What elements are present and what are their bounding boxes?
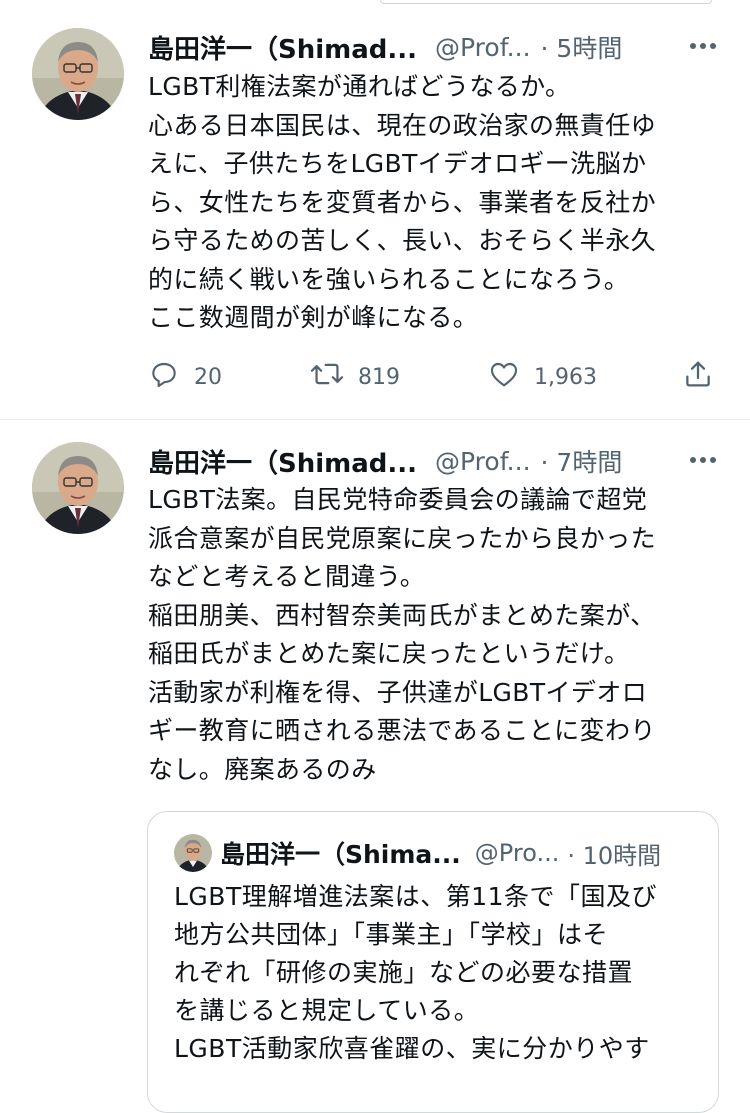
retweet-count: 819 — [358, 364, 400, 390]
tweet-1[interactable]: 島田洋一（Shimad... @Prof... · 5時間 LGBT利権法案が通… — [0, 0, 750, 420]
author-handle[interactable]: @Prof... — [435, 33, 530, 62]
share-icon — [682, 358, 714, 396]
tweet-line: ギー教育に晒される悪法であることに変わり — [148, 716, 656, 745]
like-count: 1,963 — [534, 364, 597, 390]
tweet-line: なし。廃案あるのみ — [148, 754, 377, 784]
quoted-line: LGBT理解増進法案は、第11条で「国及び — [174, 882, 658, 911]
tweet-actions: 20 819 1,963 — [148, 358, 718, 398]
tweet-line: LGBT利権法案が通ればどうなるか。 — [148, 72, 571, 101]
quoted-line: れぞれ「研修の実施」などの必要な措置 — [174, 958, 634, 987]
timestamp[interactable]: · 5時間 — [541, 29, 623, 65]
more-dots-icon[interactable] — [686, 443, 720, 477]
share-button[interactable] — [682, 358, 714, 396]
author-handle[interactable]: @Prof... — [435, 447, 530, 476]
quoted-tweet[interactable]: 島田洋一（Shima... @Pro... · 10時間 LGBT理解増進法案は… — [147, 811, 719, 1113]
reply-button[interactable]: 20 — [148, 358, 222, 396]
reply-count: 20 — [194, 364, 222, 390]
quoted-text: LGBT理解増進法案は、第11条で「国及び 地方公共団体」「事業主」「学校」はそ… — [174, 878, 704, 1068]
timestamp[interactable]: · 7時間 — [541, 443, 623, 479]
tweet-line: ら守るための苦しく、長い、おそらく半永久 — [148, 226, 657, 255]
tweet-line: 活動家が利権を得、子供達がLGBTイデオロ — [148, 677, 648, 707]
tweet-line: ら、女性たちを変質者から、事業者を反社か — [148, 187, 657, 217]
like-button[interactable]: 1,963 — [488, 358, 597, 396]
quoted-avatar[interactable] — [174, 834, 212, 872]
quoted-line: LGBT活動家欣喜雀躍の、実に分かりやす — [174, 1034, 650, 1063]
tweet-header: 島田洋一（Shimad... @Prof... · 7時間 — [148, 441, 720, 481]
avatar[interactable] — [32, 442, 124, 534]
retweet-button[interactable]: 819 — [310, 358, 400, 396]
quoted-header: 島田洋一（Shima... @Pro... · 10時間 — [220, 834, 661, 872]
quoted-author-name: 島田洋一（Shima... — [220, 840, 461, 869]
tweet-text: LGBT利権法案が通ればどうなるか。 心ある日本国民は、現在の政治家の無責任ゆ … — [148, 68, 723, 338]
reply-bubble-icon — [148, 358, 180, 396]
tweet-text: LGBT法案。自民党特命委員会の議論で超党 派合意案が自民党原案に戻ったから良か… — [148, 481, 723, 789]
tweet-line: 稲田朋美、西村智奈美両氏がまとめた案が、 — [148, 600, 656, 630]
tweet-line: ここ数週間が剣が峰になる。 — [148, 303, 479, 332]
tweet-line: 心ある日本国民は、現在の政治家の無責任ゆ — [148, 110, 657, 140]
tweet-line: などと考えると間違う。 — [148, 562, 426, 591]
quoted-line: を講じると規定している。 — [174, 996, 480, 1025]
tweet-line: 稲田氏がまとめた案に戻ったというだけ。 — [148, 639, 630, 668]
quoted-author-handle: @Pro... — [474, 839, 560, 867]
tweet-line: LGBT法案。自民党特命委員会の議論で超党 — [148, 485, 648, 514]
more-dots-icon[interactable] — [686, 29, 720, 63]
quoted-timestamp: · 10時間 — [567, 841, 662, 870]
author-name[interactable]: 島田洋一（Shimad... — [148, 29, 417, 66]
retweet-icon — [310, 358, 344, 396]
heart-icon — [488, 358, 520, 396]
tweet-header: 島田洋一（Shimad... @Prof... · 5時間 — [148, 27, 720, 67]
tweet-line: 派合意案が自民党原案に戻ったから良かった — [148, 523, 657, 553]
quoted-line: 地方公共団体」「事業主」「学校」はそ — [174, 920, 609, 949]
author-name[interactable]: 島田洋一（Shimad... — [148, 443, 417, 480]
tweet-line: えに、子供たちをLGBTイデオロギー洗脳か — [148, 149, 647, 178]
tweet-line: 的に続く戦いを強いられることになろう。 — [148, 264, 630, 294]
avatar[interactable] — [32, 28, 124, 120]
